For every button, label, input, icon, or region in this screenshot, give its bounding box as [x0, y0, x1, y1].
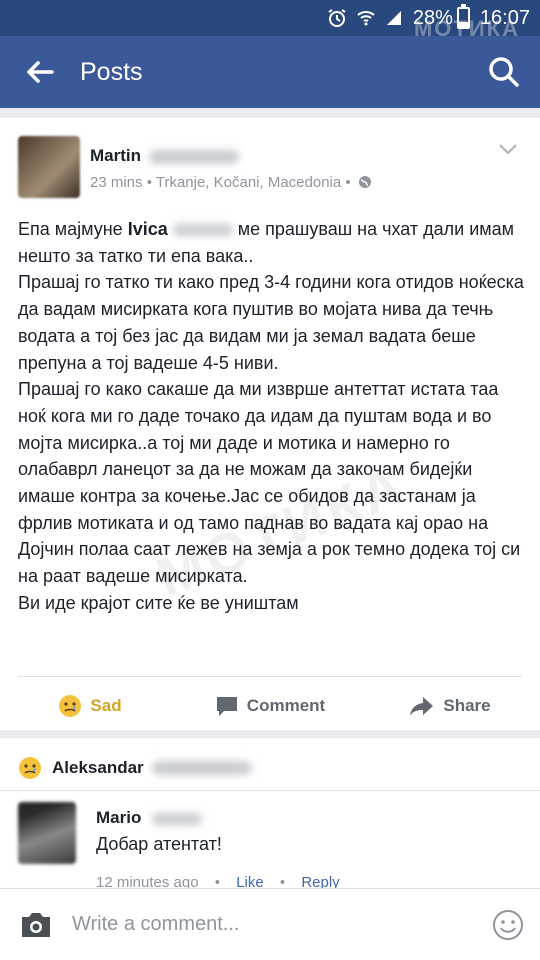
- blurred-mention-surname: [172, 224, 233, 237]
- post-card: Martin 23 mins • Trkanje, Kočani, Macedo…: [0, 118, 540, 730]
- sad-label: Sad: [90, 696, 122, 715]
- post-meta: 23 mins • Trkanje, Kočani, Macedonia •: [90, 174, 372, 191]
- comment-text: Добар атентат!: [96, 834, 222, 854]
- alarm-icon: [327, 8, 347, 28]
- author-name: Martin: [90, 146, 141, 165]
- comment-button[interactable]: Comment: [180, 695, 360, 717]
- divider: [0, 790, 540, 791]
- page-title: Posts: [80, 57, 143, 86]
- post-author[interactable]: Martin: [90, 146, 239, 166]
- back-arrow-icon[interactable]: [0, 36, 80, 108]
- post-actions: Sad Comment Share: [0, 683, 540, 729]
- sad-face-icon: [19, 757, 41, 779]
- camera-icon[interactable]: [0, 910, 72, 940]
- app-bar: Posts: [0, 36, 540, 108]
- comment-avatar[interactable]: [18, 802, 76, 864]
- comment-author[interactable]: Mario: [96, 808, 203, 828]
- wifi-icon: [357, 9, 375, 27]
- signal-icon: [385, 9, 403, 27]
- blurred-surname: [151, 761, 252, 775]
- comment-icon: [216, 697, 237, 716]
- post-paragraph-4: Ви иде крајот сите ќе ве уништам: [18, 592, 299, 613]
- blurred-surname: [152, 812, 203, 825]
- chevron-down-icon[interactable]: [498, 142, 518, 160]
- share-label: Share: [443, 696, 491, 715]
- author-avatar[interactable]: [18, 136, 80, 198]
- comments-section: Aleksandar Mario Добар атентат! 12 minut…: [0, 738, 540, 891]
- post-paragraph-2: Прашај го татко ти како пред 3-4 години …: [18, 272, 524, 373]
- post-text-lead: Епа мајмуне: [18, 219, 128, 239]
- sad-face-icon: [59, 695, 82, 717]
- post-meta-text: 23 mins • Trkanje, Kočani, Macedonia •: [90, 174, 351, 191]
- comment-label: Comment: [246, 696, 326, 715]
- comment-input[interactable]: Write a comment...: [72, 913, 476, 936]
- sad-reaction-button[interactable]: Sad: [0, 694, 180, 718]
- share-button[interactable]: Share: [360, 695, 540, 717]
- globe-icon: [358, 176, 371, 188]
- comment-author-name: Mario: [96, 808, 142, 827]
- status-bar: 28% 16:07 МОТИКА: [0, 0, 540, 41]
- comment-composer: Write a comment...: [0, 888, 540, 960]
- share-icon: [410, 697, 434, 716]
- blurred-surname: [149, 149, 239, 164]
- emoji-icon[interactable]: [476, 909, 540, 941]
- reactor-name: Aleksandar: [52, 758, 144, 777]
- mention-link[interactable]: Ivica: [128, 219, 168, 239]
- divider: [18, 676, 522, 677]
- reactions-summary[interactable]: Aleksandar: [18, 756, 252, 780]
- search-icon[interactable]: [468, 36, 540, 108]
